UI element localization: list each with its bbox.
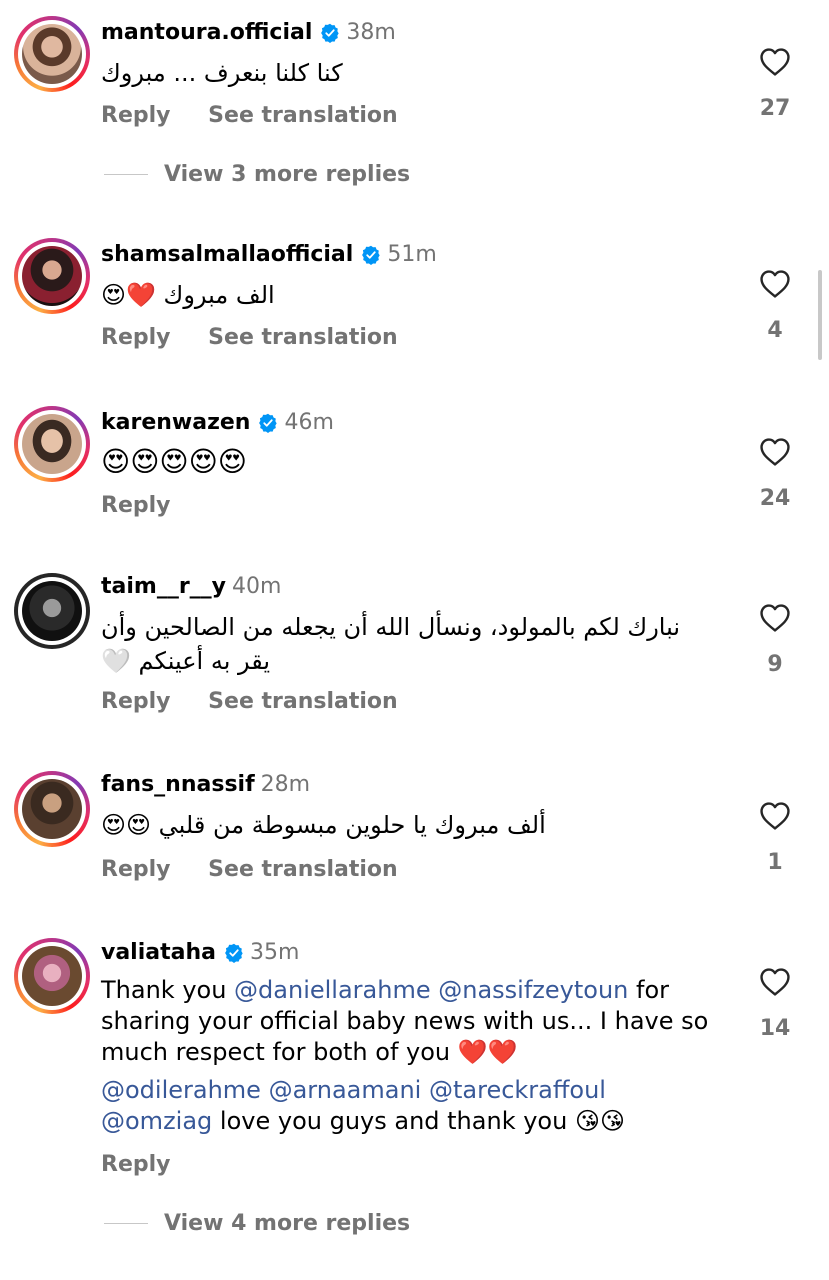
timestamp: 35m (249, 940, 300, 965)
comment-text: الف مبروك ❤️😍 (101, 281, 275, 309)
like-count: 27 (759, 96, 791, 121)
username[interactable]: shamsalmallaofficial (101, 240, 353, 270)
timestamp: 38m (346, 20, 396, 45)
verified-badge-icon (361, 245, 381, 265)
avatar-image (22, 581, 82, 641)
like-heart-icon[interactable] (758, 799, 792, 833)
avatar-image (22, 946, 82, 1006)
timestamp: 40m (232, 574, 282, 599)
comment-text-line-2: يقر به أعينكم 🤍 (101, 647, 271, 675)
divider-line (104, 1223, 148, 1224)
avatar[interactable] (14, 406, 90, 482)
verified-badge-icon (258, 413, 278, 433)
like-heart-icon[interactable] (758, 965, 792, 999)
mention-link[interactable]: @daniellarahme (234, 976, 431, 1004)
text-span: Thank you (101, 976, 235, 1004)
comment-actions: Reply See translation (101, 325, 428, 350)
reply-button[interactable]: Reply (101, 857, 171, 882)
timestamp: 51m (387, 242, 437, 267)
view-more-replies[interactable]: View 3 more replies (104, 162, 410, 187)
like-heart-icon[interactable] (758, 267, 792, 301)
reply-button[interactable]: Reply (101, 103, 171, 128)
comment-line: sharing your official baby news with us.… (101, 1007, 709, 1035)
username[interactable]: fans_nnassif (101, 770, 255, 800)
like-count: 4 (767, 318, 783, 343)
text-span: love you guys and thank you 😘😘 (212, 1107, 625, 1135)
like-heart-icon[interactable] (758, 601, 792, 635)
like-count: 14 (759, 1016, 791, 1041)
reply-button[interactable]: Reply (101, 493, 171, 518)
avatar-image (22, 246, 82, 306)
username[interactable]: karenwazen (101, 408, 250, 438)
view-more-replies[interactable]: View 4 more replies (104, 1211, 410, 1236)
comment-header: karenwazen 46m (101, 408, 334, 438)
mention-link[interactable]: @omziag (101, 1107, 212, 1135)
mention-link[interactable]: @nassifzeytoun (438, 976, 628, 1004)
comment-actions: Reply (101, 1152, 201, 1177)
reply-button[interactable]: Reply (101, 689, 171, 714)
comment-header: mantoura.official 38m (101, 18, 396, 48)
see-translation-button[interactable]: See translation (208, 857, 398, 882)
like-count: 1 (767, 850, 783, 875)
comment-text: ألف مبروك يا حلوين مبسوطة من قلبي 😍😍 (101, 811, 546, 839)
like-count: 9 (767, 652, 783, 677)
timestamp: 46m (284, 410, 334, 435)
avatar-image (22, 779, 82, 839)
text-span: for (628, 976, 670, 1004)
comment-header: shamsalmallaofficial 51m (101, 240, 437, 270)
verified-badge-icon (224, 943, 244, 963)
comment-text-tags: @odilerahme @arnaamani @tareckraffoul @o… (101, 1075, 741, 1137)
username[interactable]: taim__r__y (101, 572, 226, 602)
verified-badge-icon (320, 23, 340, 43)
view-more-replies-label[interactable]: View 4 more replies (164, 1211, 410, 1236)
see-translation-button[interactable]: See translation (208, 325, 398, 350)
comment-header: taim__r__y 40m (101, 572, 281, 602)
comment-actions: Reply (101, 493, 201, 518)
see-translation-button[interactable]: See translation (208, 103, 398, 128)
like-count: 24 (759, 486, 791, 511)
avatar-image (22, 24, 82, 84)
avatar-image (22, 414, 82, 474)
comment-text: كنا كلنا بنعرف ... مبروك (101, 59, 343, 87)
comment-actions: Reply See translation (101, 103, 428, 128)
comment-text-line-1: نبارك لكم بالمولود، ونسأل الله أن يجعله … (101, 613, 681, 641)
avatar[interactable] (14, 238, 90, 314)
comment-line: Thank you @daniellarahme @nassifzeytoun … (101, 975, 741, 1006)
divider-line (104, 174, 148, 175)
timestamp: 28m (260, 772, 311, 797)
avatar[interactable] (14, 771, 90, 847)
like-heart-icon[interactable] (758, 435, 792, 469)
mention-link[interactable]: @odilerahme (101, 1076, 261, 1104)
mention-link[interactable]: @arnaamani (269, 1076, 422, 1104)
avatar[interactable] (14, 573, 90, 649)
comment-text: Thank you @daniellarahme @nassifzeytoun … (101, 975, 741, 1068)
comment-actions: Reply See translation (101, 689, 428, 714)
mention-link[interactable]: @tareckraffoul (429, 1076, 606, 1104)
scrollbar[interactable] (818, 270, 822, 360)
comment-line: @omziag love you guys and thank you 😘😘 (101, 1106, 741, 1137)
reply-button[interactable]: Reply (101, 325, 171, 350)
reply-button[interactable]: Reply (101, 1152, 171, 1177)
like-heart-icon[interactable] (758, 45, 792, 79)
view-more-replies-label[interactable]: View 3 more replies (164, 162, 410, 187)
username[interactable]: valiataha (101, 938, 216, 968)
avatar[interactable] (14, 938, 90, 1014)
avatar[interactable] (14, 16, 90, 92)
comment-text: 😍😍😍😍😍 (101, 445, 247, 478)
comment-line: @odilerahme @arnaamani @tareckraffoul (101, 1075, 741, 1106)
comment-actions: Reply See translation (101, 857, 428, 882)
comment-header: fans_nnassif 28m (101, 770, 310, 800)
username[interactable]: mantoura.official (101, 18, 312, 48)
comment-header: valiataha 35m (101, 938, 299, 968)
see-translation-button[interactable]: See translation (208, 689, 398, 714)
comment-line: much respect for both of you ❤️❤️ (101, 1038, 518, 1066)
